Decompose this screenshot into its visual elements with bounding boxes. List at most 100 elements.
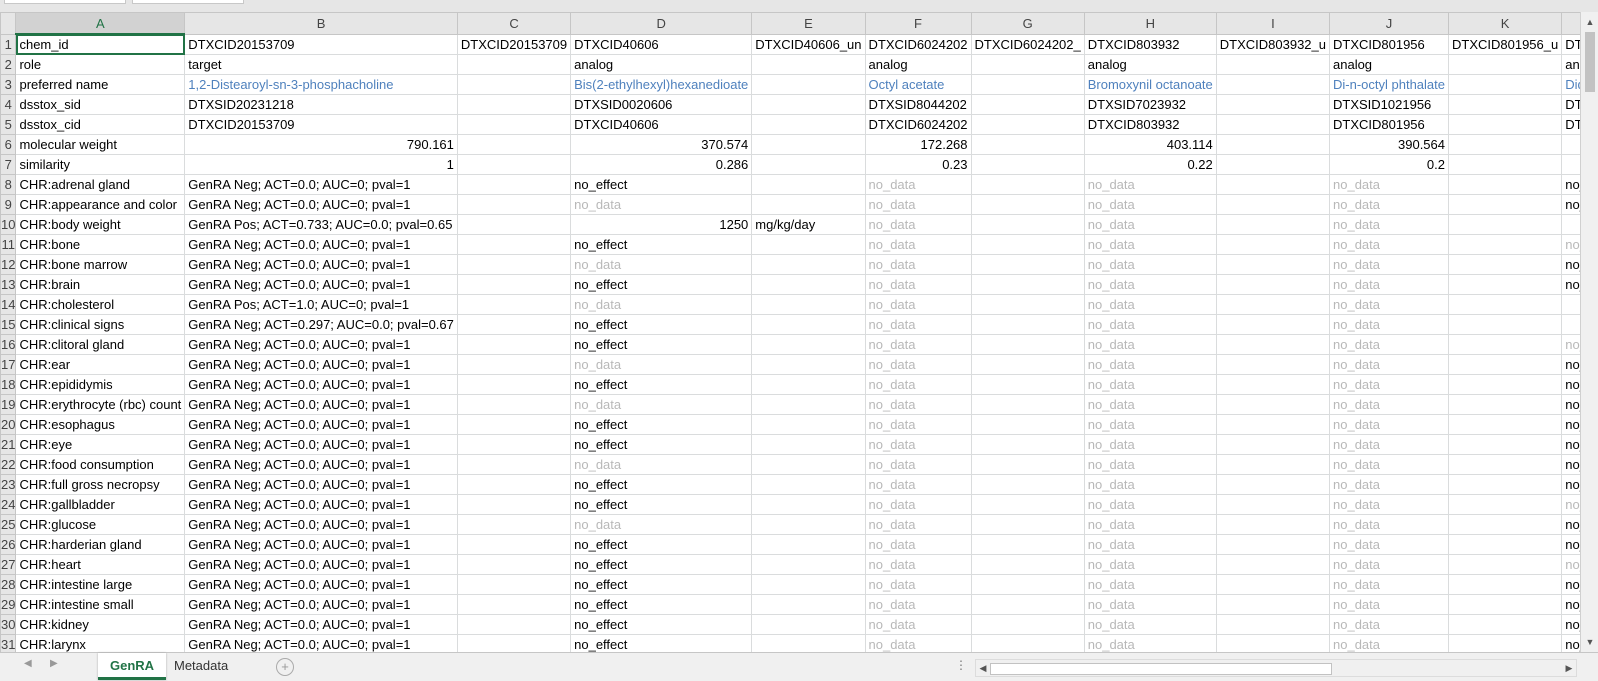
cell-a19[interactable]: CHR:erythrocyte (rbc) count (15, 394, 186, 415)
cell-f2[interactable]: analog (864, 54, 972, 75)
cell-g17[interactable] (970, 354, 1085, 375)
column-header-g[interactable]: G (970, 12, 1085, 35)
cell-l16[interactable]: no_data (1561, 334, 1580, 355)
caret-left-icon[interactable]: ◀ (24, 658, 32, 669)
cell-e7[interactable] (751, 154, 866, 175)
cell-l29[interactable]: no_effect (1561, 594, 1580, 615)
cell-g6[interactable] (970, 134, 1085, 155)
row-header-5[interactable]: 5 (0, 114, 17, 135)
cell-j29[interactable]: no_data (1329, 594, 1449, 615)
cell-e27[interactable] (751, 554, 866, 575)
cell-j25[interactable]: no_data (1329, 514, 1449, 535)
row-header-28[interactable]: 28 (0, 574, 17, 595)
cell-i30[interactable] (1215, 614, 1331, 635)
cell-i17[interactable] (1215, 354, 1331, 375)
cell-e30[interactable] (751, 614, 866, 635)
cell-c30[interactable] (456, 614, 572, 635)
cell-i19[interactable] (1215, 394, 1331, 415)
cell-k8[interactable] (1447, 174, 1563, 195)
cell-f1[interactable]: DTXCID6024202 (864, 33, 972, 55)
cell-h5[interactable]: DTXCID803932 (1083, 114, 1217, 135)
cell-e23[interactable] (751, 474, 866, 495)
cell-d15[interactable]: no_effect (570, 314, 753, 335)
column-header-c[interactable]: C (456, 12, 572, 35)
cell-h23[interactable]: no_data (1083, 474, 1217, 495)
cell-l26[interactable]: no_effect (1561, 534, 1580, 555)
cell-d6[interactable]: 370.574 (570, 134, 753, 155)
cell-i14[interactable] (1215, 294, 1331, 315)
cell-c14[interactable] (456, 294, 572, 315)
select-all-corner[interactable] (0, 12, 17, 35)
cell-d5[interactable]: DTXCID40606 (570, 114, 753, 135)
cell-i13[interactable] (1215, 274, 1331, 295)
cell-g19[interactable] (970, 394, 1085, 415)
cell-a4[interactable]: dsstox_sid (15, 94, 186, 115)
horizontal-scrollbar[interactable]: ◀ ▶ (975, 659, 1577, 677)
cell-i22[interactable] (1215, 454, 1331, 475)
cell-a11[interactable]: CHR:bone (15, 234, 186, 255)
column-header-f[interactable]: F (864, 12, 972, 35)
cell-b11[interactable]: GenRA Neg; ACT=0.0; AUC=0; pval=1 (184, 234, 458, 255)
cell-f3[interactable]: Octyl acetate (864, 74, 972, 95)
cell-k5[interactable] (1447, 114, 1563, 135)
cell-j13[interactable]: no_data (1329, 274, 1449, 295)
cell-f12[interactable]: no_data (864, 254, 972, 275)
cell-c13[interactable] (456, 274, 572, 295)
cell-b29[interactable]: GenRA Neg; ACT=0.0; AUC=0; pval=1 (184, 594, 458, 615)
cell-d12[interactable]: no_data (570, 254, 753, 275)
cell-d3[interactable]: Bis(2-ethylhexyl)hexanedioate (570, 74, 753, 95)
row-header-27[interactable]: 27 (0, 554, 17, 575)
cell-b6[interactable]: 790.161 (184, 134, 458, 155)
cell-f11[interactable]: no_data (864, 234, 972, 255)
cell-f21[interactable]: no_data (864, 434, 972, 455)
cell-d9[interactable]: no_data (570, 194, 753, 215)
cell-d24[interactable]: no_effect (570, 494, 753, 515)
cell-a29[interactable]: CHR:intestine small (15, 594, 186, 615)
row-header-11[interactable]: 11 (0, 234, 17, 255)
cell-e24[interactable] (751, 494, 866, 515)
cell-i24[interactable] (1215, 494, 1331, 515)
cell-j27[interactable]: no_data (1329, 554, 1449, 575)
cell-j6[interactable]: 390.564 (1329, 134, 1449, 155)
cell-k6[interactable] (1447, 134, 1563, 155)
cell-k9[interactable] (1447, 194, 1563, 215)
cell-f7[interactable]: 0.23 (864, 154, 972, 175)
cell-d13[interactable]: no_effect (570, 274, 753, 295)
cell-h17[interactable]: no_data (1083, 354, 1217, 375)
cell-a5[interactable]: dsstox_cid (15, 114, 186, 135)
cell-i10[interactable] (1215, 214, 1331, 235)
cell-c4[interactable] (456, 94, 572, 115)
cell-k18[interactable] (1447, 374, 1563, 395)
cell-d11[interactable]: no_effect (570, 234, 753, 255)
cell-a15[interactable]: CHR:clinical signs (15, 314, 186, 335)
row-header-21[interactable]: 21 (0, 434, 17, 455)
cell-b7[interactable]: 1 (184, 154, 458, 175)
splitter-dots-icon[interactable]: ⋮ (955, 658, 967, 672)
cell-e12[interactable] (751, 254, 866, 275)
cell-a18[interactable]: CHR:epididymis (15, 374, 186, 395)
cell-i23[interactable] (1215, 474, 1331, 495)
cell-a26[interactable]: CHR:harderian gland (15, 534, 186, 555)
row-header-4[interactable]: 4 (0, 94, 17, 115)
cell-f31[interactable]: no_data (864, 634, 972, 652)
row-header-24[interactable]: 24 (0, 494, 17, 515)
cell-i7[interactable] (1215, 154, 1331, 175)
cell-h13[interactable]: no_data (1083, 274, 1217, 295)
cell-c27[interactable] (456, 554, 572, 575)
cell-b24[interactable]: GenRA Neg; ACT=0.0; AUC=0; pval=1 (184, 494, 458, 515)
cell-c31[interactable] (456, 634, 572, 652)
cell-h29[interactable]: no_data (1083, 594, 1217, 615)
cell-c23[interactable] (456, 474, 572, 495)
cell-a6[interactable]: molecular weight (15, 134, 186, 155)
cell-k23[interactable] (1447, 474, 1563, 495)
cell-f15[interactable]: no_data (864, 314, 972, 335)
column-header-k[interactable]: K (1447, 12, 1563, 35)
caret-right-icon[interactable]: ▶ (50, 658, 58, 669)
row-header-6[interactable]: 6 (0, 134, 17, 155)
cell-d30[interactable]: no_effect (570, 614, 753, 635)
cell-j20[interactable]: no_data (1329, 414, 1449, 435)
cell-f28[interactable]: no_data (864, 574, 972, 595)
cell-f23[interactable]: no_data (864, 474, 972, 495)
cell-i28[interactable] (1215, 574, 1331, 595)
cell-a30[interactable]: CHR:kidney (15, 614, 186, 635)
